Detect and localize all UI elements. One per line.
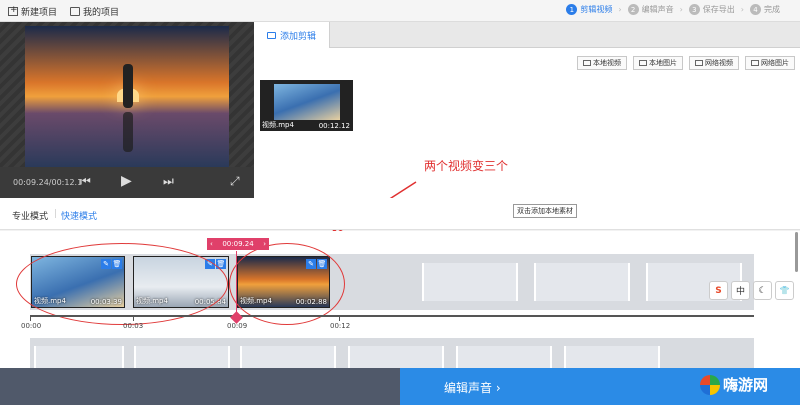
- media-label: 视频.mp4: [262, 121, 294, 129]
- tick-label: 00:12: [330, 322, 351, 330]
- local-video-button[interactable]: 本地视频: [577, 56, 627, 70]
- video-frame: [25, 26, 229, 167]
- new-project-icon: [8, 5, 18, 16]
- figure-reflection: [123, 112, 133, 152]
- edit-audio-button[interactable]: 编辑声音 ›: [444, 379, 501, 396]
- empty-slot: [564, 346, 660, 370]
- step-label: 完成: [764, 5, 780, 14]
- video-icon: [583, 60, 591, 66]
- step-number: 2: [627, 4, 639, 15]
- step-indicator: 1 剪辑视频 › 2 编辑声音 › 3 保存导出 › 4 完成: [566, 4, 780, 15]
- button-label: 网络视频: [705, 59, 733, 67]
- tick-mark: [133, 316, 134, 321]
- footer-left: [0, 368, 400, 405]
- button-label: 本地图片: [649, 59, 677, 67]
- play-icon[interactable]: ▶: [121, 173, 132, 189]
- step-label: 编辑声音: [641, 5, 674, 14]
- tab-bar: 添加剪辑: [254, 22, 800, 48]
- video-icon: [695, 60, 703, 66]
- empty-slot: [348, 346, 444, 370]
- timeline-scrollbar[interactable]: [795, 232, 798, 272]
- tab-label: 添加剪辑: [279, 31, 316, 42]
- media-library-panel: 添加剪辑 本地视频 本地图片 网络视频 网络图片 视频.mp4 00:12.12: [254, 22, 800, 198]
- tick-mark: [30, 316, 31, 321]
- empty-slot: [34, 346, 124, 370]
- camera-icon: [266, 31, 276, 39]
- web-video-button[interactable]: 网络视频: [689, 56, 739, 70]
- empty-slot: [240, 346, 336, 370]
- top-toolbar: 新建项目 我的项目 1 剪辑视频 › 2 编辑声音 › 3 保存导出 › 4 完…: [0, 0, 800, 22]
- tick-label: 00:09: [227, 322, 248, 330]
- button-label: 本地视频: [593, 59, 621, 67]
- playhead-time[interactable]: ‹ 00:09.24 ›: [207, 238, 269, 250]
- tick-mark: [339, 316, 340, 321]
- web-image-button[interactable]: 网络图片: [745, 56, 795, 70]
- button-label: 网络图片: [761, 59, 789, 67]
- tooltip: 双击添加本地素材: [513, 204, 577, 218]
- my-projects-label: 我的项目: [83, 8, 120, 18]
- brand-watermark: 嗨游网: [700, 374, 768, 395]
- moon-icon[interactable]: ☾: [753, 281, 772, 300]
- chevron-left-icon: ‹: [210, 240, 213, 248]
- figure-graphic: [123, 64, 133, 108]
- new-project-label: 新建项目: [21, 8, 58, 18]
- playhead-line[interactable]: [236, 251, 237, 319]
- mode-row: 专业模式 | 快速模式: [0, 198, 800, 230]
- step-export[interactable]: 3 保存导出: [688, 4, 735, 15]
- tick-label: 00:03: [123, 322, 144, 330]
- next-icon[interactable]: ⏭: [163, 174, 174, 189]
- fullscreen-icon[interactable]: ⤢: [230, 174, 240, 189]
- empty-slot: [456, 346, 552, 370]
- chevron-right-icon: ›: [740, 5, 744, 14]
- chevron-right-icon: ›: [618, 5, 622, 14]
- player-timecode: 00:09.24/00:12.1: [13, 178, 83, 187]
- empty-slot: [134, 346, 230, 370]
- tab-add-clip[interactable]: 添加剪辑: [254, 22, 330, 48]
- ime-toolbar: S 中 ☾ 👕: [709, 281, 794, 300]
- video-preview-panel: 00:09.24/00:12.1 ⏮ ▶ ⏭ ⤢: [0, 22, 254, 198]
- time-ruler: [30, 315, 754, 317]
- step-label: 剪辑视频: [580, 5, 613, 14]
- step-number: 3: [688, 4, 700, 15]
- secondary-track[interactable]: [30, 338, 754, 370]
- folder-icon: [70, 7, 80, 16]
- sogou-icon[interactable]: S: [709, 281, 728, 300]
- step-label: 保存导出: [702, 5, 735, 14]
- media-thumbnail: [274, 84, 340, 120]
- brand-logo-icon: [700, 374, 720, 395]
- brand-name: 嗨游网: [723, 376, 769, 394]
- source-buttons: 本地视频 本地图片 网络视频 网络图片: [577, 56, 795, 70]
- step-number: 1: [566, 4, 578, 15]
- chinese-input-icon[interactable]: 中: [731, 281, 750, 300]
- player-controls: 00:09.24/00:12.1 ⏮ ▶ ⏭ ⤢: [0, 167, 254, 198]
- quick-mode-tab[interactable]: 快速模式: [61, 209, 97, 222]
- highlight-ellipse-1: [16, 243, 228, 325]
- step-done[interactable]: 4 完成: [750, 4, 780, 15]
- step-number: 4: [750, 4, 761, 15]
- annotation-text: 两个视频变三个: [424, 159, 509, 173]
- media-item[interactable]: 视频.mp4 00:12.12: [260, 80, 353, 131]
- skin-icon[interactable]: 👕: [775, 281, 794, 300]
- chevron-right-icon: ›: [679, 5, 683, 14]
- pro-mode-tab[interactable]: 专业模式: [12, 209, 48, 222]
- empty-slot: [422, 263, 518, 301]
- media-duration: 00:12.12: [318, 122, 350, 130]
- chevron-right-icon: ›: [263, 240, 266, 248]
- tick-label: 00:00: [21, 322, 42, 330]
- image-icon: [639, 60, 647, 66]
- local-image-button[interactable]: 本地图片: [633, 56, 683, 70]
- mode-separator: |: [54, 209, 58, 219]
- step-edit-video[interactable]: 1 剪辑视频: [566, 4, 612, 15]
- playhead-time-label: 00:09.24: [222, 240, 254, 248]
- image-icon: [751, 60, 759, 66]
- step-edit-audio[interactable]: 2 编辑声音: [627, 4, 674, 15]
- highlight-ellipse-2: [229, 243, 345, 325]
- new-project-button[interactable]: 新建项目: [8, 5, 57, 18]
- my-projects-button[interactable]: 我的项目: [70, 5, 119, 18]
- empty-slot: [534, 263, 630, 301]
- previous-icon[interactable]: ⏮: [80, 174, 91, 189]
